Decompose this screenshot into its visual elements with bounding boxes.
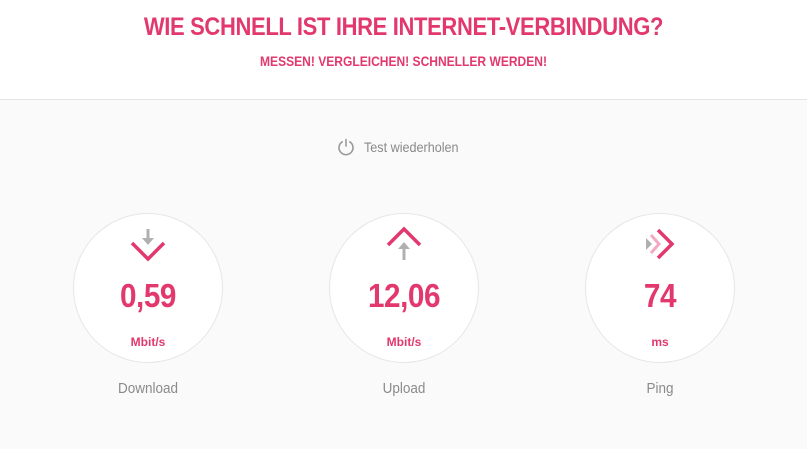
upload-arrow-icon [386, 226, 422, 260]
ping-metric: 74 ms Ping [585, 213, 735, 397]
page-subtitle: MESSEN! VERGLEICHEN! SCHNELLER WERDEN! [260, 53, 547, 69]
power-icon [338, 138, 354, 156]
ping-arrow-icon [646, 228, 675, 260]
download-arrow-icon [130, 229, 166, 262]
repeat-test-label: Test wiederholen [364, 139, 459, 155]
upload-unit: Mbit/s [386, 335, 422, 349]
page-title: WIE SCHNELL IST IHRE INTERNET-VERBINDUNG… [143, 13, 664, 41]
upload-label: Upload [382, 380, 426, 397]
ping-label: Ping [646, 380, 674, 397]
ping-value: 74 [643, 277, 677, 314]
download-value: 0,59 [119, 277, 176, 314]
upload-value: 12,06 [367, 277, 441, 314]
repeat-test-button[interactable]: Test wiederholen [336, 137, 469, 157]
download-label: Download [117, 380, 179, 397]
download-circle: 0,59 Mbit/s [73, 213, 223, 363]
ping-circle: 74 ms [585, 213, 735, 363]
upload-metric: 12,06 Mbit/s Upload [329, 213, 479, 397]
page-header: WIE SCHNELL IST IHRE INTERNET-VERBINDUNG… [0, 0, 807, 100]
ping-unit: ms [651, 335, 669, 349]
download-metric: 0,59 Mbit/s Download [73, 213, 223, 397]
download-unit: Mbit/s [130, 335, 166, 349]
upload-circle: 12,06 Mbit/s [329, 213, 479, 363]
